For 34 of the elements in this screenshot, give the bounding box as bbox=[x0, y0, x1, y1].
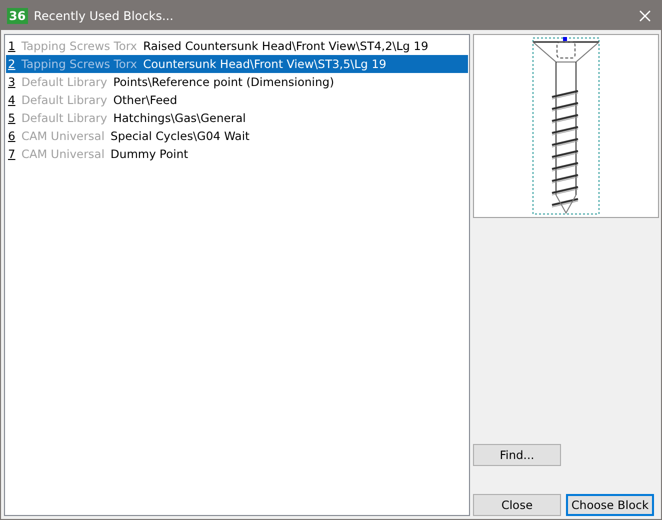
block-row[interactable]: 2 Tapping Screws Torx Countersunk Head\Front View\ST3,5\Lg 19 bbox=[6, 55, 468, 73]
block-path: Hatchings\Gas\General bbox=[113, 111, 246, 125]
library-name: Tapping Screws Torx bbox=[21, 39, 138, 53]
row-number: 4 bbox=[8, 93, 16, 107]
close-icon[interactable] bbox=[639, 10, 651, 22]
block-row[interactable]: 3 Default Library Points\Reference point (Dimensioning) bbox=[6, 73, 468, 91]
library-name: CAM Universal bbox=[21, 147, 105, 161]
library-name: Default Library bbox=[21, 75, 108, 89]
library-name: Default Library bbox=[21, 93, 108, 107]
library-name: CAM Universal bbox=[21, 129, 105, 143]
close-button[interactable]: Close bbox=[473, 494, 561, 516]
row-number: 3 bbox=[8, 75, 16, 89]
block-row[interactable]: 4 Default Library Other\Feed bbox=[6, 91, 468, 109]
row-number: 7 bbox=[8, 147, 16, 161]
block-path: Raised Countersunk Head\Front View\ST4,2\Lg 19 bbox=[143, 39, 428, 53]
row-number: 6 bbox=[8, 129, 16, 143]
block-row[interactable]: 5 Default Library Hatchings\Gas\General bbox=[6, 109, 468, 127]
find-button[interactable]: Find... bbox=[473, 444, 561, 466]
block-path: Special Cycles\G04 Wait bbox=[110, 129, 250, 143]
block-row[interactable]: 7 CAM Universal Dummy Point bbox=[6, 145, 468, 163]
block-path: Dummy Point bbox=[110, 147, 188, 161]
block-path: Countersunk Head\Front View\ST3,5\Lg 19 bbox=[143, 57, 386, 71]
library-name: Tapping Screws Torx bbox=[21, 57, 138, 71]
block-row[interactable]: 6 CAM Universal Special Cycles\G04 Wait bbox=[6, 127, 468, 145]
row-number: 1 bbox=[8, 39, 16, 53]
app-icon: 36 bbox=[7, 8, 28, 24]
row-number: 2 bbox=[8, 57, 16, 71]
block-path: Points\Reference point (Dimensioning) bbox=[113, 75, 334, 89]
window-title: Recently Used Blocks... bbox=[34, 8, 174, 22]
choose-block-button[interactable]: Choose Block bbox=[566, 494, 654, 516]
library-name: Default Library bbox=[21, 111, 108, 125]
block-path: Other\Feed bbox=[113, 93, 178, 107]
block-row[interactable]: 1 Tapping Screws Torx Raised Countersunk Head\Front View\ST4,2\Lg 19 bbox=[6, 37, 468, 55]
row-number: 5 bbox=[8, 111, 16, 125]
